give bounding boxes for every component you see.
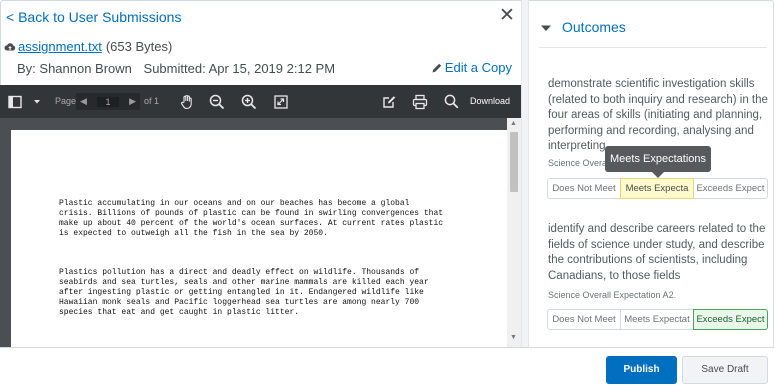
submitted-date: Submitted: Apr 15, 2019 2:12 PM	[143, 61, 336, 76]
scroll-up-icon[interactable]: ▲	[510, 120, 517, 127]
zoom-out-icon[interactable]	[206, 85, 228, 118]
level-meets-expectations[interactable]: Meets Expecta	[620, 178, 694, 199]
back-to-submissions-link[interactable]: < Back to User Submissions	[6, 9, 181, 25]
publish-button[interactable]: Publish	[606, 356, 677, 384]
outcomes-divider	[539, 47, 767, 48]
file-row: assignment.txt (653 Bytes)	[4, 39, 172, 54]
outcome-description: demonstrate scientific investigation ski…	[548, 78, 768, 152]
sidebar-toggle-icon[interactable]	[4, 85, 26, 118]
document-text: Plastic accumulating in our oceans and o…	[59, 179, 443, 337]
document-page: Plastic accumulating in our oceans and o…	[11, 130, 507, 347]
close-icon[interactable]: ✕	[497, 5, 517, 27]
zoom-in-icon[interactable]	[238, 85, 260, 118]
edit-a-copy-label: Edit a Copy	[444, 60, 512, 75]
viewer-toolbar: Page ◀ 1 ▶ of 1 Download	[0, 85, 521, 118]
cloud-upload-icon	[4, 42, 16, 50]
outcomes-toggle[interactable]: Outcomes	[541, 19, 626, 36]
annotate-edit-icon[interactable]	[378, 85, 400, 118]
page-total: of 1	[144, 96, 160, 106]
pencil-icon	[432, 63, 441, 72]
viewer-scrollbar[interactable]: ▲ ▼	[507, 118, 521, 347]
search-icon[interactable]	[440, 85, 462, 118]
next-page-icon[interactable]: ▶	[129, 96, 136, 107]
save-draft-button[interactable]: Save Draft	[682, 356, 768, 384]
footer-bar: Publish Save Draft	[0, 347, 774, 389]
outcome-description: identify and describe careers related to…	[548, 223, 766, 282]
level-meets-expectations[interactable]: Meets Expectat	[620, 309, 694, 330]
outcomes-title: Outcomes	[562, 19, 626, 35]
caret-down-icon	[541, 25, 551, 31]
level-exceeds-expectations[interactable]: Exceeds Expect	[693, 178, 768, 199]
page-navigator: ◀ 1 ▶	[76, 93, 140, 110]
edit-a-copy-link[interactable]: Edit a Copy	[431, 60, 512, 75]
level-does-not-meet[interactable]: Does Not Meet	[547, 309, 621, 330]
submission-meta: By: Shannon Brown Submitted: Apr 15, 201…	[17, 61, 335, 76]
achievement-level-selector: Does Not Meet Meets Expectat Exceeds Exp…	[547, 309, 768, 330]
page-number-input[interactable]: 1	[97, 96, 119, 107]
outcome-category: Science Overa	[548, 158, 608, 168]
prev-page-icon[interactable]: ◀	[80, 96, 87, 107]
pan-hand-icon[interactable]	[176, 85, 198, 118]
download-button[interactable]: Download	[470, 85, 510, 118]
document-viewer[interactable]: Plastic accumulating in our oceans and o…	[0, 118, 521, 347]
panel-divider[interactable]	[521, 0, 529, 347]
file-name-link[interactable]: assignment.txt	[18, 39, 102, 54]
page-label: Page	[55, 96, 77, 106]
file-size: (653 Bytes)	[105, 39, 173, 54]
level-does-not-meet[interactable]: Does Not Meet	[547, 178, 621, 199]
sidebar-dropdown-chevron-icon[interactable]	[30, 85, 44, 118]
fit-page-icon[interactable]	[270, 85, 292, 118]
scrollbar-thumb[interactable]	[510, 132, 518, 192]
outcome-category: Science Overall Expectation A2.	[548, 290, 677, 300]
achievement-level-selector: Does Not Meet Meets Expecta Exceeds Expe…	[547, 178, 768, 199]
document-paragraph: Plastics pollution has a direct and dead…	[59, 268, 429, 317]
level-exceeds-expectations[interactable]: Exceeds Expect	[693, 309, 768, 330]
submission-panel: < Back to User Submissions ✕ assignment.…	[0, 0, 521, 347]
print-icon[interactable]	[409, 85, 431, 118]
level-tooltip: Meets Expectations	[605, 146, 711, 178]
submitted-by: By: Shannon Brown	[17, 61, 132, 76]
document-paragraph: Plastic accumulating in our oceans and o…	[59, 198, 444, 238]
scroll-down-icon[interactable]: ▼	[510, 334, 517, 341]
